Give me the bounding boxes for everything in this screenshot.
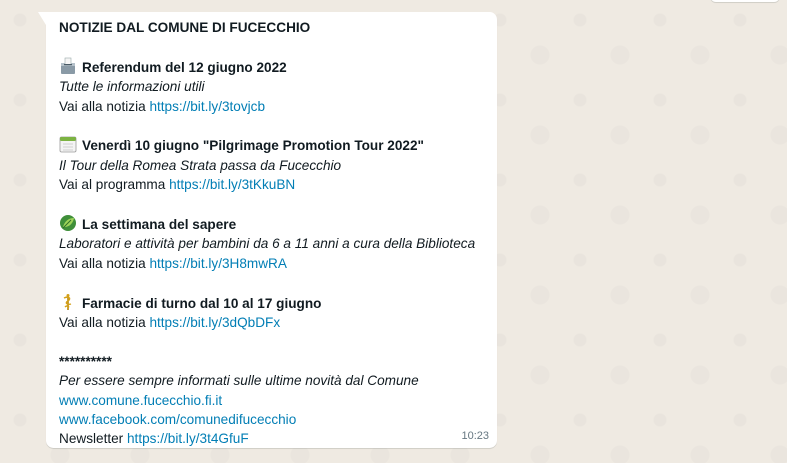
news-item-subtitle: Tutte le informazioni utili <box>59 79 205 95</box>
news-item-subtitle: Laboratori e attività per bambini da 6 a… <box>59 236 476 252</box>
bubble-tail <box>38 12 46 25</box>
news-item-link-line: Vai al programma https://bit.ly/3tKkuBN <box>59 175 491 194</box>
news-item-title-text: Venerdì 10 giugno "Pilgrimage Promotion … <box>82 138 424 154</box>
message-header: NOTIZIE DAL COMUNE DI FUCECCHIO <box>59 20 311 35</box>
leaf-icon <box>60 215 76 232</box>
news-item-link-line: Vai alla notizia https://bit.ly/3dQbDFx <box>59 313 491 332</box>
news-item-title: Referendum del 12 giugno 2022 <box>59 57 491 77</box>
news-item-cta: Vai alla notizia <box>59 315 146 331</box>
facebook-link[interactable]: www.facebook.com/comunedifucecchio <box>59 412 296 427</box>
website-link[interactable]: www.comune.fucecchio.fi.it <box>59 393 222 408</box>
news-item-cta: Vai al programma <box>59 177 166 193</box>
news-item-subtitle: Il Tour della Romea Strata passa da Fuce… <box>59 157 342 173</box>
caduceus-icon <box>63 293 72 310</box>
footer-facebook-line: www.facebook.com/comunedifucecchio <box>59 410 491 429</box>
footer-note: Per essere sempre informati sulle ultime… <box>59 373 419 389</box>
news-item-cta: Vai alla notizia <box>59 98 146 114</box>
footer-site-line: www.comune.fucecchio.fi.it <box>59 391 491 410</box>
news-item-title-text: La settimana del sapere <box>82 217 237 233</box>
footer-newsletter-line: Newsletter https://bit.ly/3t4GfuF <box>59 429 491 448</box>
news-item-link-line: Vai alla notizia https://bit.ly/3H8mwRA <box>59 254 491 273</box>
ballot-box-icon <box>61 57 75 74</box>
calendar-icon <box>59 137 77 153</box>
previous-message-bubble <box>710 0 780 2</box>
news-item-link[interactable]: https://bit.ly/3tKkuBN <box>169 177 295 192</box>
news-item-link-line: Vai alla notizia https://bit.ly/3tovjcb <box>59 97 491 116</box>
newsletter-link[interactable]: https://bit.ly/3t4GfuF <box>127 431 249 446</box>
news-item-link[interactable]: https://bit.ly/3dQbDFx <box>149 315 280 330</box>
newsletter-label: Newsletter <box>59 431 124 447</box>
news-item-cta: Vai alla notizia <box>59 255 146 271</box>
news-item-title-text: Referendum del 12 giugno 2022 <box>82 59 287 75</box>
news-item-title: Venerdì 10 giugno "Pilgrimage Promotion … <box>59 135 491 155</box>
news-item-title-text: Farmacie di turno dal 10 al 17 giugno <box>82 295 322 311</box>
message-timestamp: 10:23 <box>461 430 489 442</box>
message-bubble: NOTIZIE DAL COMUNE DI FUCECCHIO Referend… <box>38 12 497 448</box>
separator: ********** <box>59 353 112 369</box>
news-item-title: Farmacie di turno dal 10 al 17 giugno <box>59 293 491 313</box>
news-item-title: La settimana del sapere <box>59 214 491 234</box>
news-item-link[interactable]: https://bit.ly/3H8mwRA <box>149 256 287 271</box>
news-item-link[interactable]: https://bit.ly/3tovjcb <box>149 99 265 114</box>
